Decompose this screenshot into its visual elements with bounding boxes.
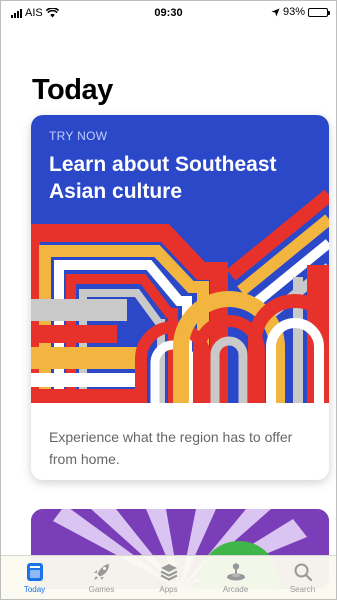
app-store-screen: AIS 09:30 93% Today TRY NOW Learn about … bbox=[0, 0, 337, 600]
tab-label: Arcade bbox=[222, 585, 249, 594]
page-title: Today bbox=[32, 74, 113, 106]
tab-label: Apps bbox=[159, 585, 178, 594]
tab-label: Search bbox=[289, 585, 316, 594]
joystick-icon bbox=[225, 561, 247, 583]
tab-label: Today bbox=[23, 585, 46, 594]
tab-label: Games bbox=[88, 585, 115, 594]
battery-percent: 93% bbox=[282, 6, 305, 18]
tab-apps[interactable]: Apps bbox=[135, 556, 202, 599]
layers-icon bbox=[158, 561, 180, 583]
status-bar: AIS 09:30 93% bbox=[1, 1, 336, 25]
status-right: 93% bbox=[271, 6, 330, 18]
search-icon bbox=[292, 561, 314, 583]
battery-icon bbox=[308, 7, 330, 17]
card-artwork: TRY NOW Learn about Southeast Asian cult… bbox=[31, 115, 329, 403]
tab-bar: Today Games Apps Arcade Search bbox=[1, 555, 336, 599]
tab-arcade[interactable]: Arcade bbox=[202, 556, 269, 599]
location-arrow-icon bbox=[271, 7, 280, 17]
tab-search[interactable]: Search bbox=[269, 556, 336, 599]
card-title: Learn about Southeast Asian culture bbox=[49, 153, 277, 203]
today-icon bbox=[24, 561, 46, 583]
rocket-icon bbox=[91, 561, 113, 583]
card-eyebrow: TRY NOW bbox=[49, 129, 108, 143]
tab-games[interactable]: Games bbox=[68, 556, 135, 599]
tab-today[interactable]: Today bbox=[1, 556, 68, 599]
featured-story-card[interactable]: TRY NOW Learn about Southeast Asian cult… bbox=[31, 115, 329, 480]
card-description: Experience what the region has to offer … bbox=[49, 429, 293, 467]
